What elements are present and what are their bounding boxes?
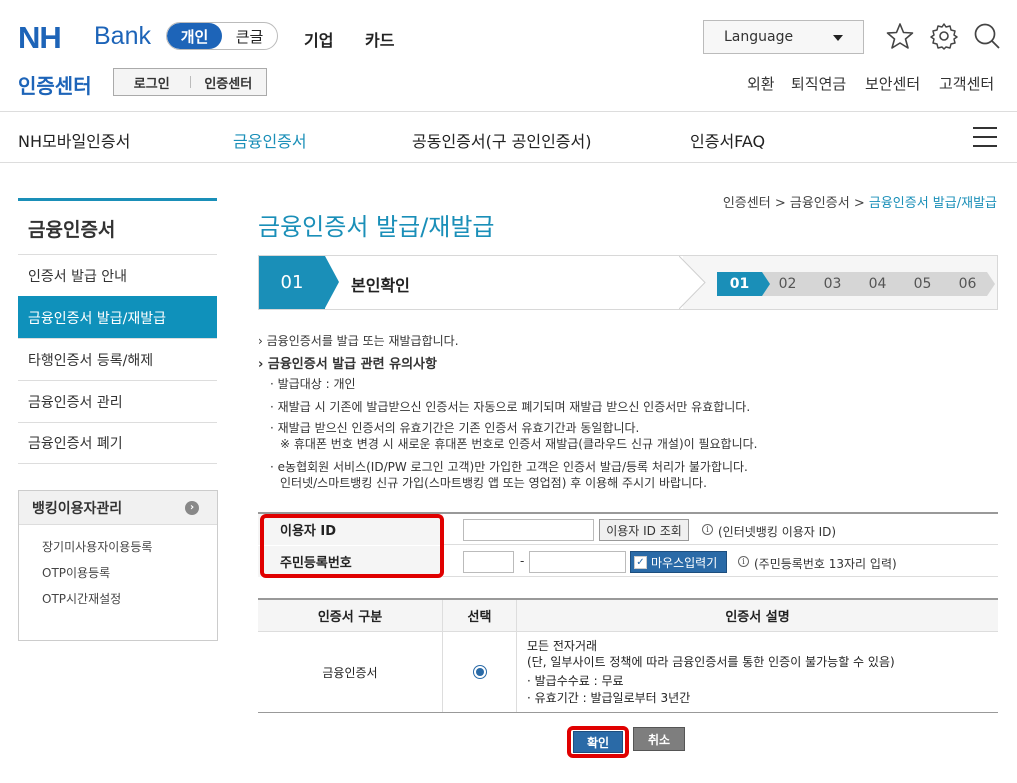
breadcrumb-current: 금융인증서 발급/재발급 — [868, 196, 997, 211]
info-icon: i — [738, 556, 749, 567]
cert-type-table: 인증서 구분 선택 인증서 설명 금융인증서 모든 전자거래 (단, 일부사이트… — [258, 598, 998, 713]
breadcrumb-financial-cert[interactable]: 금융인증서 — [790, 196, 850, 211]
sidebar-item-revoke[interactable]: 금융인증서 폐기 — [18, 422, 217, 464]
breadcrumb-cert-center[interactable]: 인증센터 — [723, 196, 771, 211]
notice-validity: 재발급 받으신 인증서의 유효기간은 기존 인증서 유효기간과 동일합니다. — [277, 421, 640, 435]
rrn-dash: - — [520, 554, 525, 568]
language-label: Language — [724, 29, 794, 45]
notice-reissue: 재발급 시 기존에 발급받으신 인증서는 자동으로 폐기되며 재발급 받으신 인… — [277, 400, 751, 414]
cert-select-cell — [443, 632, 517, 712]
notice-member-2: 인터넷/스마트뱅킹 신규 가입(스마트뱅킹 앱 또는 영업점) 후 이용해 주시… — [280, 476, 707, 490]
bullet-icon: · — [270, 377, 278, 391]
util-link-pension[interactable]: 퇴직연금 — [791, 73, 846, 94]
chevron-right-icon[interactable]: › — [185, 500, 199, 515]
notice-phone: ※ 휴대폰 번호 변경 시 새로운 휴대폰 번호로 인증서 재발급(클라우드 신… — [280, 437, 758, 451]
info-icon: i — [702, 524, 713, 535]
cert-center-title[interactable]: 인증센터 — [18, 70, 92, 99]
notice-intro: 금융인증서를 발급 또는 재발급합니다. — [266, 334, 459, 348]
cert-desc-cell: 모든 전자거래 (단, 일부사이트 정책에 따라 금융인증서를 통한 인증이 불… — [517, 632, 998, 712]
nav-card[interactable]: 카드 — [365, 27, 394, 51]
cert-type-cell: 금융인증서 — [258, 632, 443, 712]
notice-target: 발급대상 : 개인 — [277, 377, 356, 391]
step-indicator: 01 02 03 04 05 06 — [717, 272, 995, 296]
bullet-icon: · — [270, 400, 278, 414]
sidebar-accent — [18, 198, 217, 201]
bullet-arrow-icon: › — [258, 334, 267, 348]
banking-link-otp-time[interactable]: OTP시간재설정 — [19, 585, 217, 611]
cert-desc-line: (단, 일부사이트 정책에 따라 금융인증서를 통한 인증이 불가능할 수 있음… — [527, 655, 895, 670]
notice-member-1: e농협회원 서비스(ID/PW 로그인 고객)만 가입한 고객은 인증서 발급/… — [277, 460, 748, 474]
cert-center-link[interactable]: 인증센터 — [191, 73, 267, 92]
cert-desc-validity: · 유효기간 : 발급일로부터 3년간 — [527, 690, 691, 705]
nav-corporate[interactable]: 기업 — [304, 27, 333, 51]
mode-large-font-button[interactable]: 큰글 — [222, 23, 277, 49]
rrn-hint: (주민등록번호 13자리 입력) — [754, 557, 897, 571]
login-link[interactable]: 로그인 — [114, 73, 190, 92]
gnb-mobile-cert[interactable]: NH모바일인증서 — [18, 128, 130, 152]
language-select[interactable]: Language — [703, 20, 864, 54]
banking-link-otp-register[interactable]: OTP이용등록 — [19, 559, 217, 585]
sidebar-title: 금융인증서 — [28, 219, 116, 241]
gnb-cert-faq[interactable]: 인증서FAQ — [690, 128, 765, 152]
column-header-type: 인증서 구분 — [258, 600, 443, 631]
highlight-box-confirm — [567, 726, 629, 758]
breadcrumb: 인증센터 > 금융인증서 > 금융인증서 발급/재발급 — [723, 192, 997, 211]
util-link-customer[interactable]: 고객센터 — [939, 73, 994, 94]
star-icon[interactable] — [886, 22, 914, 50]
step-bar: 01 본인확인 01 02 03 04 05 06 — [258, 255, 998, 310]
bullet-icon: · — [270, 421, 278, 435]
banking-link-dormant[interactable]: 장기미사용자이용등록 — [19, 533, 217, 559]
sidebar-item-other-bank[interactable]: 타행인증서 등록/해제 — [18, 338, 217, 380]
divider — [0, 162, 1017, 163]
mode-personal-button[interactable]: 개인 — [167, 23, 222, 49]
rrn-front-input[interactable] — [463, 551, 514, 573]
bullet-arrow-icon: › — [258, 357, 268, 372]
cert-desc-line: 모든 전자거래 — [527, 639, 598, 653]
sidebar-item-manage[interactable]: 금융인증서 관리 — [18, 380, 217, 422]
mode-toggle: 개인 큰글 — [166, 22, 278, 50]
step-divider-chevron — [679, 256, 706, 309]
sidebar-item-issue-guide[interactable]: 인증서 발급 안내 — [18, 254, 217, 296]
menu-icon[interactable] — [973, 127, 997, 147]
rrn-back-input[interactable] — [529, 551, 626, 573]
mouse-input-label: 마우스입력기 — [651, 555, 718, 570]
checkbox-checked-icon[interactable]: ✓ — [634, 555, 647, 569]
column-header-desc: 인증서 설명 — [725, 610, 790, 625]
sidebar-menu: 인증서 발급 안내 금융인증서 발급/재발급 타행인증서 등록/해제 금융인증서… — [18, 254, 217, 464]
bank-logo-text[interactable]: Bank — [94, 22, 151, 51]
bullet-icon: · — [270, 460, 278, 474]
gnb-financial-cert[interactable]: 금융인증서 — [233, 128, 307, 152]
user-id-lookup-button[interactable]: 이용자 ID 조회 — [599, 519, 689, 541]
cancel-button[interactable]: 취소 — [633, 727, 685, 751]
gear-icon[interactable] — [930, 22, 958, 50]
util-link-security[interactable]: 보안센터 — [865, 73, 920, 94]
column-header-select: 선택 — [443, 600, 517, 631]
search-icon[interactable] — [973, 22, 1001, 50]
gnb-joint-cert[interactable]: 공동인증서(구 공인인증서) — [412, 128, 592, 152]
mouse-input-button[interactable]: ✓ 마우스입력기 — [630, 551, 727, 573]
banking-user-title: 뱅킹이용자관리 — [32, 500, 123, 517]
highlight-box-labels — [260, 514, 444, 578]
sidebar-item-issue-reissue[interactable]: 금융인증서 발급/재발급 — [18, 296, 217, 338]
current-step-number: 01 — [259, 256, 325, 309]
divider — [0, 111, 1017, 112]
banking-user-box: 뱅킹이용자관리 › 장기미사용자이용등록 OTP이용등록 OTP시간재설정 — [18, 490, 218, 641]
breadcrumb-sep: > — [853, 196, 865, 211]
table-row: 금융인증서 모든 전자거래 (단, 일부사이트 정책에 따라 금융인증서를 통한… — [258, 632, 998, 713]
cert-desc-fee: · 발급수수료 : 무료 — [527, 674, 624, 689]
table-header-row: 인증서 구분 선택 인증서 설명 — [258, 600, 998, 632]
user-id-hint: (인터넷뱅킹 이용자 ID) — [718, 525, 837, 539]
banking-user-header[interactable]: 뱅킹이용자관리 › — [19, 491, 217, 525]
current-step-name: 본인확인 — [351, 276, 410, 295]
login-box: 로그인 인증센터 — [113, 68, 267, 96]
user-id-input[interactable] — [463, 519, 594, 541]
nh-logo[interactable]: NH — [18, 20, 62, 56]
page-title: 금융인증서 발급/재발급 — [258, 213, 495, 241]
breadcrumb-sep: > — [774, 196, 786, 211]
caret-down-icon — [833, 35, 843, 41]
util-link-forex[interactable]: 외환 — [747, 73, 775, 94]
notice-heading: 금융인증서 발급 관련 유의사항 — [267, 357, 437, 372]
step-1: 01 — [717, 272, 770, 296]
cert-radio-button[interactable] — [472, 665, 487, 679]
